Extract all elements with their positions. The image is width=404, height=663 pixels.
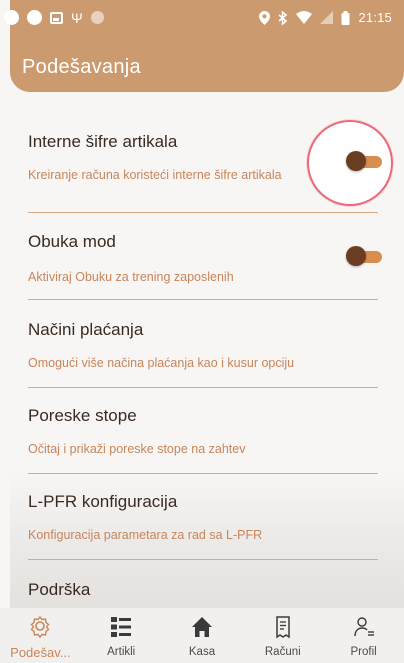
setting-title: Interne šifre artikala bbox=[28, 132, 178, 151]
home-icon bbox=[191, 617, 212, 637]
setting-subtitle: Kreiranje računa koristeći interne šifre… bbox=[28, 168, 282, 182]
setting-title: Poreske stope bbox=[28, 406, 137, 425]
toggle-knob bbox=[346, 246, 366, 266]
nav-label: Artikli bbox=[107, 646, 136, 658]
clock: 21:15 bbox=[358, 10, 392, 25]
chat-icon bbox=[27, 10, 42, 25]
settings-icon bbox=[30, 615, 50, 639]
setting-subtitle: Aktiviraj Obuku za trening zaposlenih bbox=[28, 270, 234, 284]
setting-title: Obuka mod bbox=[28, 232, 116, 251]
nav-settings[interactable]: Podešav... bbox=[0, 608, 81, 663]
setting-payment-methods[interactable]: Načini plaćanja Omogući više načina plać… bbox=[28, 320, 378, 388]
setting-lpfr-config[interactable]: L-PFR konfiguracija Konfiguracija parame… bbox=[28, 492, 378, 560]
setting-title: Načini plaćanja bbox=[28, 320, 144, 339]
nav-label: Kasa bbox=[188, 646, 216, 658]
battery-icon bbox=[341, 10, 350, 25]
circle-icon bbox=[90, 11, 104, 24]
nav-cash-register[interactable]: Kasa bbox=[162, 608, 243, 663]
nav-receipts[interactable]: Računi bbox=[242, 608, 323, 663]
nav-profile[interactable]: Profil bbox=[323, 608, 404, 663]
status-bar: Ψ 21:15 bbox=[0, 0, 394, 36]
nav-label: Podešav... bbox=[10, 645, 71, 660]
location-icon bbox=[259, 10, 271, 25]
wifi-icon bbox=[296, 11, 313, 24]
setting-subtitle: Očitaj i prikaži poreske stope na zahtev bbox=[28, 442, 246, 456]
nav-label: Računi bbox=[264, 646, 301, 658]
setting-tax-rates[interactable]: Poreske stope Očitaj i prikaži poreske s… bbox=[28, 406, 378, 474]
bluetooth-icon bbox=[278, 10, 288, 25]
setting-subtitle: Omogući više načina plaćanja kao i kusur… bbox=[28, 356, 295, 370]
setting-support[interactable]: Podrška bbox=[28, 580, 378, 608]
profile-icon bbox=[353, 617, 374, 637]
nav-label: Profil bbox=[350, 646, 377, 658]
setting-subtitle: Konfiguracija parametara za rad sa L-PFR bbox=[28, 528, 263, 542]
whatsapp-icon bbox=[4, 10, 19, 25]
gallery-icon bbox=[50, 11, 63, 24]
usb-icon: Ψ bbox=[71, 9, 83, 26]
setting-training-mode[interactable]: Obuka mod Aktiviraj Obuku za trening zap… bbox=[28, 232, 378, 300]
list-icon bbox=[111, 617, 132, 637]
page-title: Podešavanja bbox=[22, 56, 141, 78]
signal-icon bbox=[320, 11, 334, 24]
setting-title: L-PFR konfiguracija bbox=[28, 492, 178, 511]
nav-articles[interactable]: Artikli bbox=[81, 608, 162, 663]
internal-codes-toggle[interactable] bbox=[346, 151, 382, 171]
training-mode-toggle[interactable] bbox=[346, 246, 382, 266]
receipt-icon bbox=[276, 616, 290, 639]
setting-title: Podrška bbox=[28, 580, 91, 599]
bottom-navigation: Podešav... Artikli Kasa Računi Profil bbox=[0, 608, 404, 663]
toggle-knob bbox=[346, 151, 366, 171]
